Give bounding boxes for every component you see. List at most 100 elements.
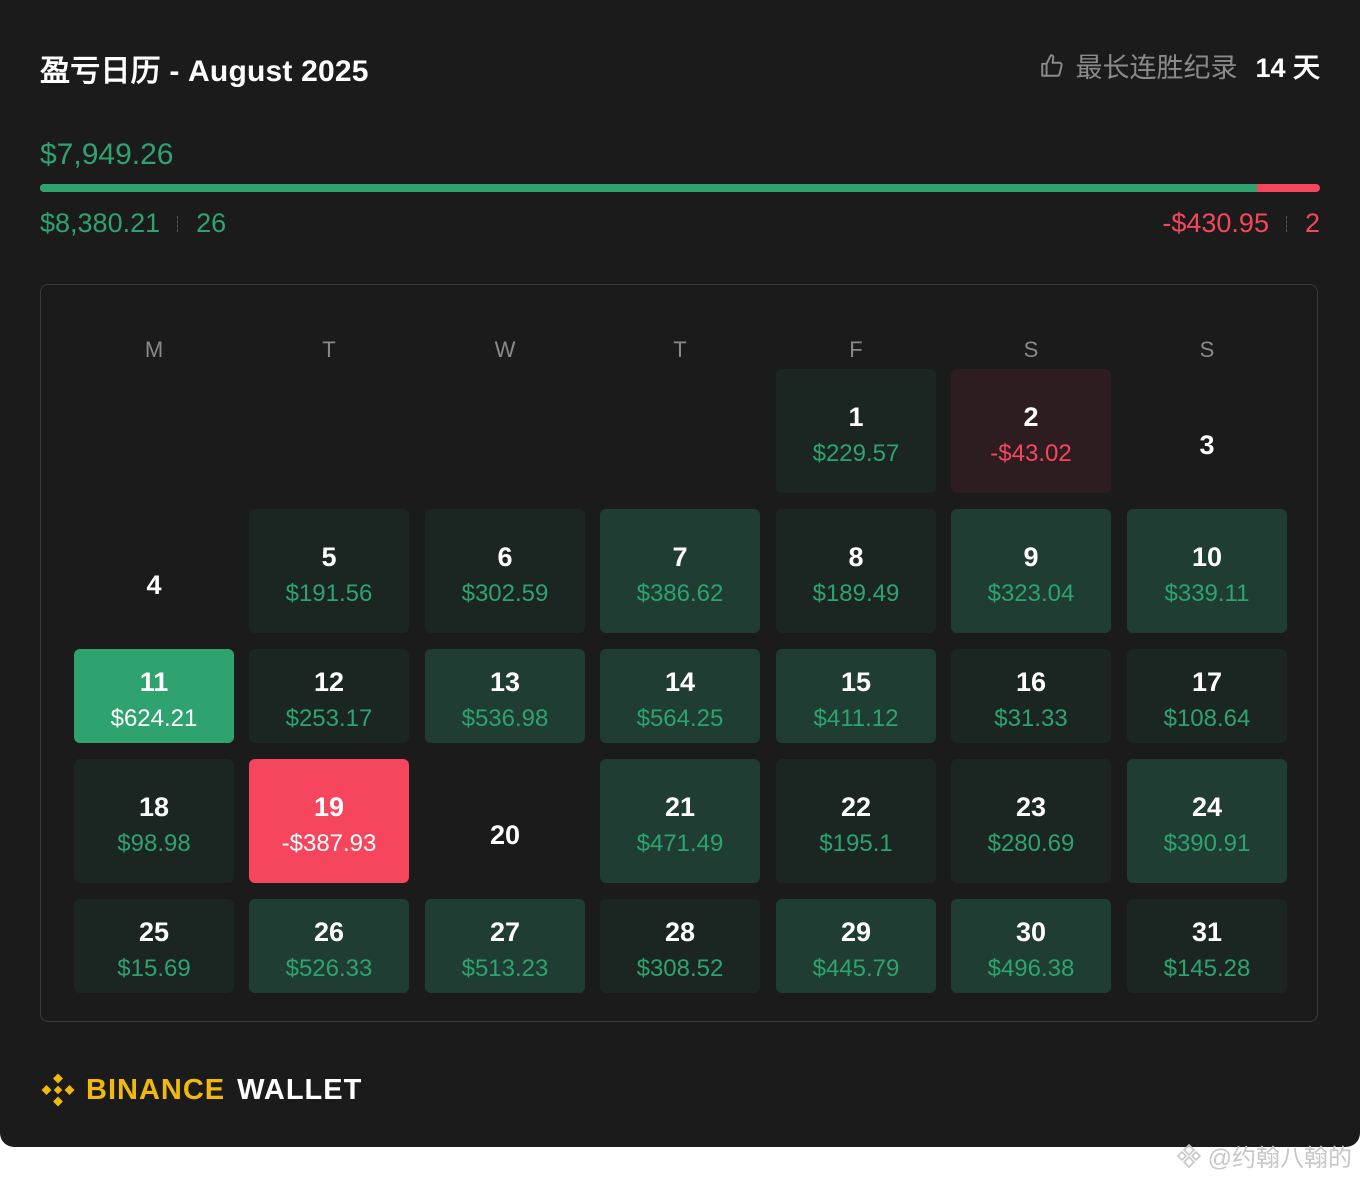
profit-days: 26 bbox=[196, 208, 227, 238]
day-number: 12 bbox=[313, 667, 345, 697]
calendar-day[interactable]: 21 $471.49 bbox=[600, 759, 760, 883]
weekday-header: S bbox=[1199, 337, 1215, 362]
day-pnl: $513.23 bbox=[461, 955, 549, 982]
calendar-day[interactable]: 4 bbox=[74, 509, 234, 633]
calendar-day[interactable]: 28 $308.52 bbox=[600, 899, 760, 993]
calendar-day[interactable]: 16 $31.33 bbox=[951, 649, 1111, 743]
weekday-header: T bbox=[673, 337, 687, 362]
day-number: 3 bbox=[1199, 430, 1215, 460]
calendar-day[interactable]: 8 $189.49 bbox=[776, 509, 936, 633]
profit-total: $8,380.21 bbox=[40, 208, 161, 238]
day-number: 6 bbox=[497, 542, 513, 572]
day-number: 25 bbox=[138, 917, 170, 947]
day-number: 31 bbox=[1191, 917, 1223, 947]
calendar-day[interactable]: 27 $513.23 bbox=[425, 899, 585, 993]
calendar-day[interactable]: 2 -$43.02 bbox=[951, 369, 1111, 493]
thumbs-up-icon bbox=[1041, 53, 1064, 77]
day-number: 2 bbox=[1023, 402, 1039, 432]
calendar-day[interactable]: 19 -$387.93 bbox=[249, 759, 409, 883]
calendar-day[interactable]: 29 $445.79 bbox=[776, 899, 936, 993]
day-pnl: $390.91 bbox=[1163, 830, 1251, 857]
day-pnl: $339.11 bbox=[1164, 580, 1250, 607]
day-number: 13 bbox=[489, 667, 521, 697]
longest-streak: 最长连胜纪录 14 天 bbox=[1039, 46, 1320, 85]
day-number: 9 bbox=[1023, 542, 1039, 572]
divider bbox=[1285, 215, 1288, 232]
page-title: 盈亏日历 - August 2025 bbox=[40, 55, 369, 88]
calendar-day[interactable]: 24 $390.91 bbox=[1127, 759, 1287, 883]
streak-value: 14 天 bbox=[1255, 53, 1320, 83]
day-number: 5 bbox=[321, 542, 337, 572]
day-pnl: $15.69 bbox=[117, 955, 191, 982]
day-number: 15 bbox=[840, 667, 872, 697]
net-pnl: $7,949.26 bbox=[40, 138, 174, 171]
day-number: 28 bbox=[664, 917, 696, 947]
day-pnl: $253.17 bbox=[285, 705, 373, 732]
day-pnl: $411.12 bbox=[813, 705, 899, 732]
day-number: 26 bbox=[313, 917, 345, 947]
calendar-day[interactable]: 23 $280.69 bbox=[951, 759, 1111, 883]
day-pnl: $31.33 bbox=[994, 705, 1068, 732]
weekday-header: F bbox=[849, 337, 863, 362]
pnl-calendar-card: 盈亏日历 - August 2025 最长连胜纪录 14 天 $7,949.26… bbox=[0, 0, 1360, 1147]
calendar-day[interactable]: 10 $339.11 bbox=[1127, 509, 1287, 633]
day-number: 11 bbox=[139, 667, 169, 697]
weekday-header: M bbox=[144, 337, 164, 362]
profit-bar-fill bbox=[40, 184, 1258, 192]
day-pnl: $108.64 bbox=[1163, 705, 1251, 732]
brand-footer: BINANCE WALLET bbox=[40, 1072, 362, 1108]
day-pnl: $145.28 bbox=[1163, 955, 1251, 982]
day-pnl: $536.98 bbox=[461, 705, 549, 732]
calendar-day[interactable]: 7 $386.62 bbox=[600, 509, 760, 633]
calendar-day[interactable]: 13 $536.98 bbox=[425, 649, 585, 743]
day-pnl: $229.57 bbox=[812, 440, 900, 467]
calendar-day[interactable]: 11 $624.21 bbox=[74, 649, 234, 743]
day-number: 7 bbox=[672, 542, 688, 572]
calendar-day[interactable]: 30 $496.38 bbox=[951, 899, 1111, 993]
calendar-day[interactable]: 15 $411.12 bbox=[776, 649, 936, 743]
calendar-day[interactable]: 12 $253.17 bbox=[249, 649, 409, 743]
day-number: 18 bbox=[138, 792, 170, 822]
brand-binance: BINANCE bbox=[86, 1073, 226, 1106]
watermark: @约翰八翰的 bbox=[1176, 1138, 1352, 1173]
calendar-day[interactable]: 1 $229.57 bbox=[776, 369, 936, 493]
day-pnl: $624.21 bbox=[110, 705, 198, 732]
day-number: 1 bbox=[848, 402, 864, 432]
profit-loss-bar bbox=[40, 184, 1320, 192]
calendar-day[interactable]: 14 $564.25 bbox=[600, 649, 760, 743]
calendar-day[interactable]: 3 bbox=[1127, 369, 1287, 493]
binance-square-icon bbox=[1176, 1143, 1201, 1168]
calendar-day[interactable]: 5 $191.56 bbox=[249, 509, 409, 633]
weekday-header: W bbox=[494, 337, 516, 362]
day-number: 4 bbox=[146, 570, 162, 600]
calendar-day[interactable]: 22 $195.1 bbox=[776, 759, 936, 883]
day-number: 20 bbox=[489, 820, 521, 850]
watermark-text: @约翰八翰的 bbox=[1207, 1145, 1352, 1172]
day-pnl: $323.04 bbox=[987, 580, 1075, 607]
day-pnl: $280.69 bbox=[987, 830, 1075, 857]
calendar-day[interactable]: 31 $145.28 bbox=[1127, 899, 1287, 993]
brand-wallet: WALLET bbox=[237, 1073, 363, 1106]
calendar-day[interactable]: 20 bbox=[425, 759, 585, 883]
calendar-day[interactable]: 6 $302.59 bbox=[425, 509, 585, 633]
weekday-header: T bbox=[322, 337, 336, 362]
calendar-day[interactable]: 9 $323.04 bbox=[951, 509, 1111, 633]
day-pnl: $302.59 bbox=[461, 580, 549, 607]
day-number: 17 bbox=[1191, 667, 1223, 697]
calendar-grid: M T W T F S S 1 $229.57 2 -$43.02 3 4 5 $191.56 6 $302.5… bbox=[40, 284, 1318, 1022]
day-number: 8 bbox=[848, 542, 864, 572]
loss-total: -$430.95 bbox=[1162, 208, 1269, 238]
streak-label: 最长连胜纪录 bbox=[1075, 53, 1238, 83]
calendar-day[interactable]: 25 $15.69 bbox=[74, 899, 234, 993]
day-number: 23 bbox=[1015, 792, 1047, 822]
day-pnl: $445.79 bbox=[812, 955, 900, 982]
day-pnl: $189.49 bbox=[812, 580, 900, 607]
day-number: 24 bbox=[1191, 792, 1223, 822]
day-pnl: $526.33 bbox=[285, 955, 373, 982]
calendar-day[interactable]: 17 $108.64 bbox=[1127, 649, 1287, 743]
loss-days: 2 bbox=[1304, 208, 1320, 238]
calendar-day[interactable]: 18 $98.98 bbox=[74, 759, 234, 883]
day-pnl: $564.25 bbox=[636, 705, 724, 732]
day-pnl: -$43.02 bbox=[990, 440, 1072, 467]
calendar-day[interactable]: 26 $526.33 bbox=[249, 899, 409, 993]
